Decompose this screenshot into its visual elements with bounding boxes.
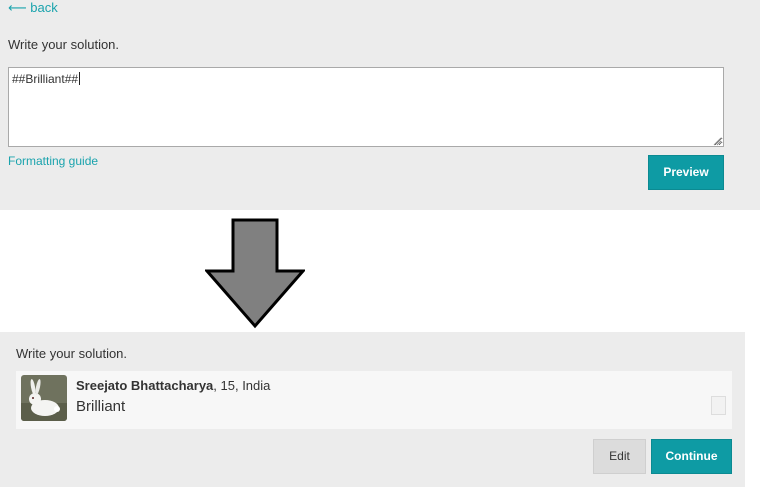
author-line: Sreejato Bhattacharya, 15, India [76, 378, 270, 393]
back-link[interactable]: ⟵ back [8, 0, 58, 16]
down-arrow-icon [205, 218, 305, 329]
author-details: , 15, India [213, 378, 271, 393]
flag-checkbox[interactable] [711, 396, 726, 415]
edit-button[interactable]: Edit [593, 439, 646, 474]
preview-button[interactable]: Preview [648, 155, 724, 190]
continue-button[interactable]: Continue [651, 439, 732, 474]
solution-text: Brilliant [76, 398, 126, 415]
author-name[interactable]: Sreejato Bhattacharya [76, 378, 213, 393]
solution-textarea[interactable] [8, 67, 724, 147]
rabbit-avatar [21, 375, 67, 421]
formatting-guide-link[interactable]: Formatting guide [8, 154, 98, 168]
preview-prompt: Write your solution. [16, 346, 128, 361]
editor-prompt: Write your solution. [8, 37, 120, 52]
